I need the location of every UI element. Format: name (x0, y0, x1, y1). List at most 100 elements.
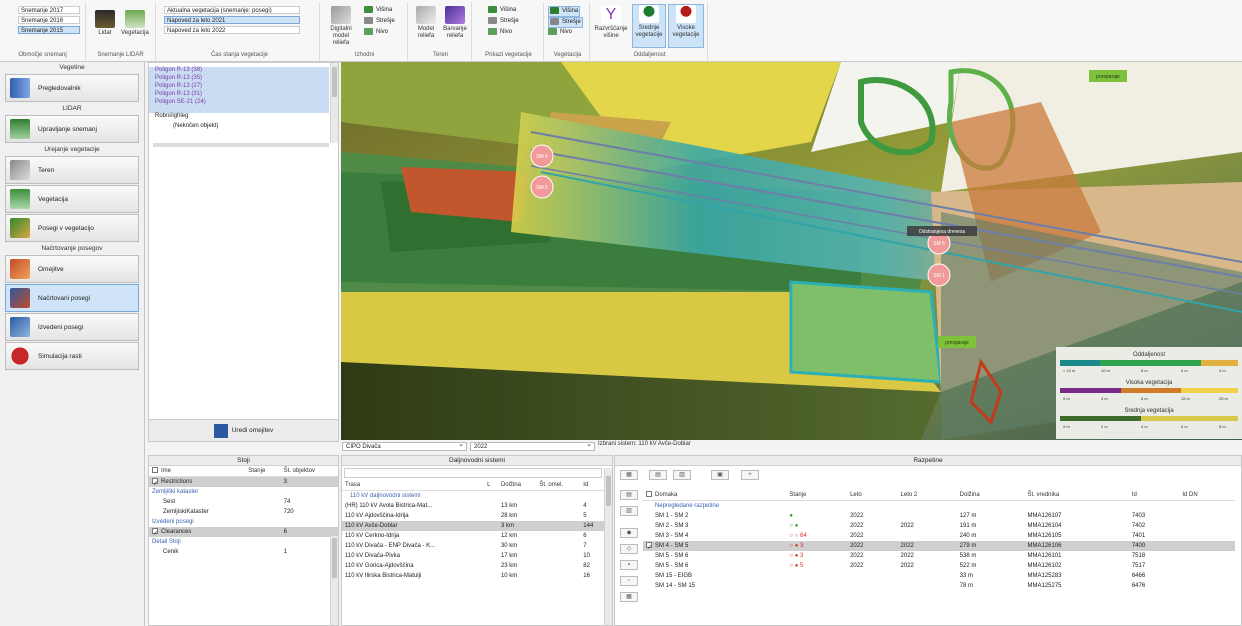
table-row[interactable]: SM 3 - SM 4 ○ ○ 64 2022 240 m MMA126105 7401 (643, 531, 1235, 541)
terrain-color-button[interactable]: Barvanje reliefa (441, 6, 469, 40)
snapshot-2016[interactable]: Snemanje 2016 (18, 16, 80, 24)
nav-terrain[interactable]: Teren (5, 156, 139, 184)
power-systems-search[interactable] (344, 468, 602, 478)
table-row[interactable]: SM 2 - SM 3 ○ ● 2022 2022 191 m MMA126104 7402 (643, 521, 1235, 531)
tree-item[interactable]: Poligon R-13 (35) (149, 75, 202, 82)
map-view[interactable]: SM 4 SM 5 SM 5 SM 1 presparaje presparaj… (341, 62, 1242, 440)
distance-sort-button[interactable]: Y Razvrščanje višine (594, 6, 628, 40)
terrain-model-button[interactable]: Model reliefa (412, 6, 440, 40)
side-button[interactable]: ◇ (620, 544, 638, 554)
veg-height-option[interactable]: Višina (488, 6, 516, 15)
vegetation-map[interactable]: SM 4 SM 5 SM 5 SM 1 presparaje presparaj… (341, 62, 1242, 440)
veg-level-option[interactable]: Nivo (488, 28, 512, 37)
snapshot-2015[interactable]: Snemanje 2015 (18, 26, 80, 34)
table-row[interactable]: 110 kV Ilirska Bistrica-Matulji 10 km 16 (342, 571, 604, 581)
vegetation-level-option[interactable]: Nivo (548, 28, 572, 37)
side-button[interactable]: ▤ (620, 490, 638, 500)
table-row[interactable]: Cenik 1 (149, 547, 338, 557)
medium-veg-button[interactable]: Srednje vegetacije (632, 4, 666, 48)
col-id-dn[interactable]: Id DN (1179, 490, 1235, 501)
veg-state-2021[interactable]: Napoved za leto 2021 (164, 16, 300, 24)
nav-veg-interventions[interactable]: Posegi v vegetacijo (5, 214, 139, 242)
table-row[interactable]: 110 kV Divača-Pivka 17 km 10 (342, 551, 604, 561)
tree-item[interactable]: Poligon R-13 (38) (149, 67, 202, 74)
tree-item[interactable]: Poligon SE-21 (24) (149, 99, 206, 106)
nav-viewer[interactable]: Pregledovalnik (5, 74, 139, 102)
col-count[interactable]: Št. objektov (280, 466, 338, 477)
col-year1[interactable]: Leto (847, 490, 898, 501)
veg-state-2022[interactable]: Napoved za leto 2022 (164, 26, 300, 34)
checkbox[interactable]: ✓ (152, 478, 158, 487)
table-row[interactable]: (HR) 110 kV Avola Bistrica-Mat... 13 km 4 (342, 501, 604, 511)
tree-item[interactable]: Poligon R-13 (27) (149, 83, 202, 90)
tree-item[interactable]: Poligon R-13 (31) (149, 91, 202, 98)
table-row[interactable]: SM 14 - SM 15 78 m MMA125275 6476 (643, 581, 1235, 591)
toolbar-button[interactable]: ▥ (673, 470, 691, 480)
year-select[interactable]: 2022 (470, 441, 595, 451)
tree-item[interactable]: Robni/ighleg (149, 113, 188, 120)
table-row[interactable]: SM 5 - SM 6 ○ ● 3 2022 2022 538 m MMA126101 75… (643, 551, 1235, 561)
nav-restrictions[interactable]: Omejitve (5, 255, 139, 283)
table-row[interactable]: ✓ Clearances 6 (149, 527, 338, 537)
table-row[interactable]: ✓ Restrictions 3 (149, 476, 338, 487)
table-row[interactable]: 110 kV Cerkno-Idrija 12 km 6 (342, 531, 604, 541)
veg-canopy-option[interactable]: Strešje (488, 17, 519, 26)
height-option[interactable]: Višina (364, 6, 392, 15)
col-length[interactable]: Dolžina (956, 490, 1025, 501)
col-state[interactable]: Stanje (786, 490, 848, 501)
tree-h-scrollbar[interactable] (153, 143, 329, 147)
high-veg-button[interactable]: Visoke vegetacije (668, 4, 704, 48)
level-option[interactable]: Nivo (364, 28, 388, 37)
checkbox[interactable] (152, 467, 158, 474)
col-state[interactable]: Stanje (245, 466, 281, 477)
table-row[interactable]: ✓ SM 4 - SM 5 ○ ● 3 2022 2022 279 m MMA126106 7… (643, 541, 1235, 551)
toolbar-button[interactable]: ▤ (649, 470, 667, 480)
toolbar-button[interactable]: + (741, 470, 759, 480)
col-name[interactable]: Ime (149, 466, 246, 477)
checkbox[interactable] (646, 491, 652, 498)
checkbox[interactable]: ✓ (152, 528, 158, 537)
col-code[interactable]: Št. vrednika (1024, 490, 1129, 501)
tree-scrollbar[interactable] (330, 63, 338, 143)
table-row[interactable]: 110 kV Avče-Doblar 3 km 144 (342, 521, 604, 531)
table-row[interactable]: 110 kV Ajdovščina-Idrija 28 km 5 (342, 511, 604, 521)
side-button[interactable]: ▪ (620, 560, 638, 570)
side-button[interactable]: ▫ (620, 576, 638, 586)
tree-item[interactable]: (Neknčen objekt) (149, 123, 218, 130)
table-row[interactable]: SM 15 - EIGB 33 m MMA125283 6466 (643, 571, 1235, 581)
table-row[interactable]: SM 5 - SM 6 ○ ● 5 2022 2022 522 m MMA126102 75… (643, 561, 1235, 571)
table-row[interactable]: ZemljiskiKataster 720 (149, 507, 338, 517)
vegetation-height-option[interactable]: Višina (548, 6, 581, 18)
restrictions-scrollbar[interactable] (330, 536, 338, 625)
nav-growth-simulation[interactable]: Simulacija rasti (5, 342, 139, 370)
col-route[interactable]: Trasa (342, 480, 485, 491)
toolbar-button[interactable]: ▣ (711, 470, 729, 480)
veg-state-current[interactable]: Aktualna vegetacija (snemanje: posegi) (164, 6, 300, 14)
toolbar-button[interactable]: ▦ (620, 470, 638, 480)
vegetation-button[interactable]: Vegetacija (120, 10, 150, 37)
table-row[interactable]: 110 kV Divača - ENP Divača - K... 30 km 7 (342, 541, 604, 551)
col-count[interactable]: Št. omel. (536, 480, 581, 491)
nav-vegetation[interactable]: Vegetacija (5, 185, 139, 213)
lidar-button[interactable]: Lidar (92, 10, 118, 37)
canopy-option[interactable]: Strešje (364, 17, 395, 26)
region-select[interactable]: CIPO Divača (342, 441, 467, 451)
col-id[interactable]: Id (1128, 490, 1180, 501)
power-systems-scrollbar[interactable] (604, 468, 612, 625)
table-row[interactable]: SM 1 - SM 2 ● 2022 127 m MMA126107 7403 (643, 511, 1235, 521)
side-button[interactable]: ▦ (620, 592, 638, 602)
nav-executed-interventions[interactable]: Izvedeni posegi (5, 313, 139, 341)
col-span[interactable]: Domaka (643, 490, 787, 501)
side-button[interactable]: ◆ (620, 528, 638, 538)
snapshot-2017[interactable]: Snemanje 2017 (18, 6, 80, 14)
col-l[interactable]: L (484, 480, 498, 491)
side-button[interactable]: ▥ (620, 506, 638, 516)
table-row[interactable]: 110 kV Gorica-Ajdovščina 23 km 82 (342, 561, 604, 571)
vegetation-canopy-option[interactable]: Strešje (548, 17, 583, 29)
col-id[interactable]: Id (580, 480, 604, 491)
digital-model-button[interactable]: Digitalni model reliefa (324, 6, 358, 47)
col-year2[interactable]: Leto 2 (897, 490, 957, 501)
edit-restriction-button[interactable]: Uredi omejitev (149, 419, 338, 441)
col-length[interactable]: Dolžina (497, 480, 537, 491)
nav-planned-interventions[interactable]: Načrtovani posegi (5, 284, 139, 312)
